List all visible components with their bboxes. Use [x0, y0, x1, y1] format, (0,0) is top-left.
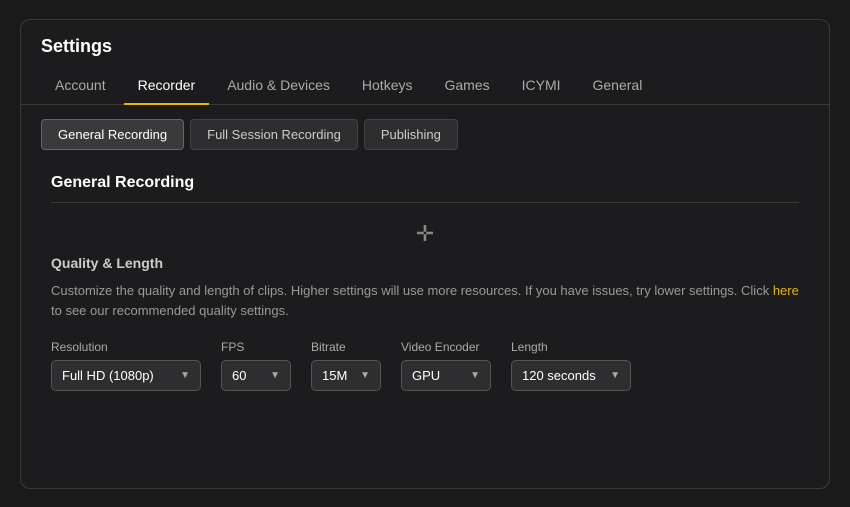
encoder-arrow: ▼ [470, 370, 480, 381]
sub-tab-full-session[interactable]: Full Session Recording [190, 119, 358, 150]
encoder-control: Video Encoder GPU ▼ [401, 340, 491, 391]
sub-tab-general-recording[interactable]: General Recording [41, 119, 184, 150]
resolution-dropdown[interactable]: Full HD (1080p) ▼ [51, 360, 201, 391]
recommended-settings-link[interactable]: here [773, 283, 799, 298]
fps-dropdown[interactable]: 60 ▼ [221, 360, 291, 391]
description-before-link: Customize the quality and length of clip… [51, 283, 773, 298]
description-text: Customize the quality and length of clip… [51, 281, 799, 323]
fps-label: FPS [221, 340, 291, 354]
fps-value: 60 [232, 368, 246, 383]
nav-tab-bar: Account Recorder Audio & Devices Hotkeys… [21, 67, 829, 105]
settings-window: Settings Account Recorder Audio & Device… [20, 19, 830, 489]
sub-tab-publishing[interactable]: Publishing [364, 119, 458, 150]
tab-general[interactable]: General [579, 67, 657, 105]
bitrate-label: Bitrate [311, 340, 381, 354]
tab-recorder[interactable]: Recorder [124, 67, 210, 105]
fps-control: FPS 60 ▼ [221, 340, 291, 391]
length-arrow: ▼ [610, 370, 620, 381]
tab-audio-devices[interactable]: Audio & Devices [213, 67, 344, 105]
resolution-label: Resolution [51, 340, 201, 354]
section-body: General Recording ✛ Quality & Length Cus… [21, 164, 829, 488]
tab-games[interactable]: Games [430, 67, 503, 105]
length-control: Length 120 seconds ▼ [511, 340, 631, 391]
bitrate-dropdown[interactable]: 15M ▼ [311, 360, 381, 391]
length-label: Length [511, 340, 631, 354]
sub-tab-bar: General Recording Full Session Recording… [21, 105, 829, 164]
length-value: 120 seconds [522, 368, 596, 383]
tab-hotkeys[interactable]: Hotkeys [348, 67, 427, 105]
length-dropdown[interactable]: 120 seconds ▼ [511, 360, 631, 391]
controls-row: Resolution Full HD (1080p) ▼ FPS 60 ▼ Bi… [51, 340, 799, 391]
encoder-value: GPU [412, 368, 440, 383]
resolution-arrow: ▼ [180, 370, 190, 381]
encoder-label: Video Encoder [401, 340, 491, 354]
crosshair-icon: ✛ [51, 213, 799, 255]
bitrate-value: 15M [322, 368, 347, 383]
tab-icymi[interactable]: ICYMI [508, 67, 575, 105]
window-title: Settings [21, 20, 829, 67]
section-title: General Recording [51, 174, 799, 203]
main-content: General Recording Full Session Recording… [21, 105, 829, 488]
resolution-control: Resolution Full HD (1080p) ▼ [51, 340, 201, 391]
description-after-link: to see our recommended quality settings. [51, 303, 289, 318]
bitrate-control: Bitrate 15M ▼ [311, 340, 381, 391]
encoder-dropdown[interactable]: GPU ▼ [401, 360, 491, 391]
bitrate-arrow: ▼ [360, 370, 370, 381]
subsection-label: Quality & Length [51, 255, 799, 271]
resolution-value: Full HD (1080p) [62, 368, 154, 383]
tab-account[interactable]: Account [41, 67, 120, 105]
fps-arrow: ▼ [270, 370, 280, 381]
